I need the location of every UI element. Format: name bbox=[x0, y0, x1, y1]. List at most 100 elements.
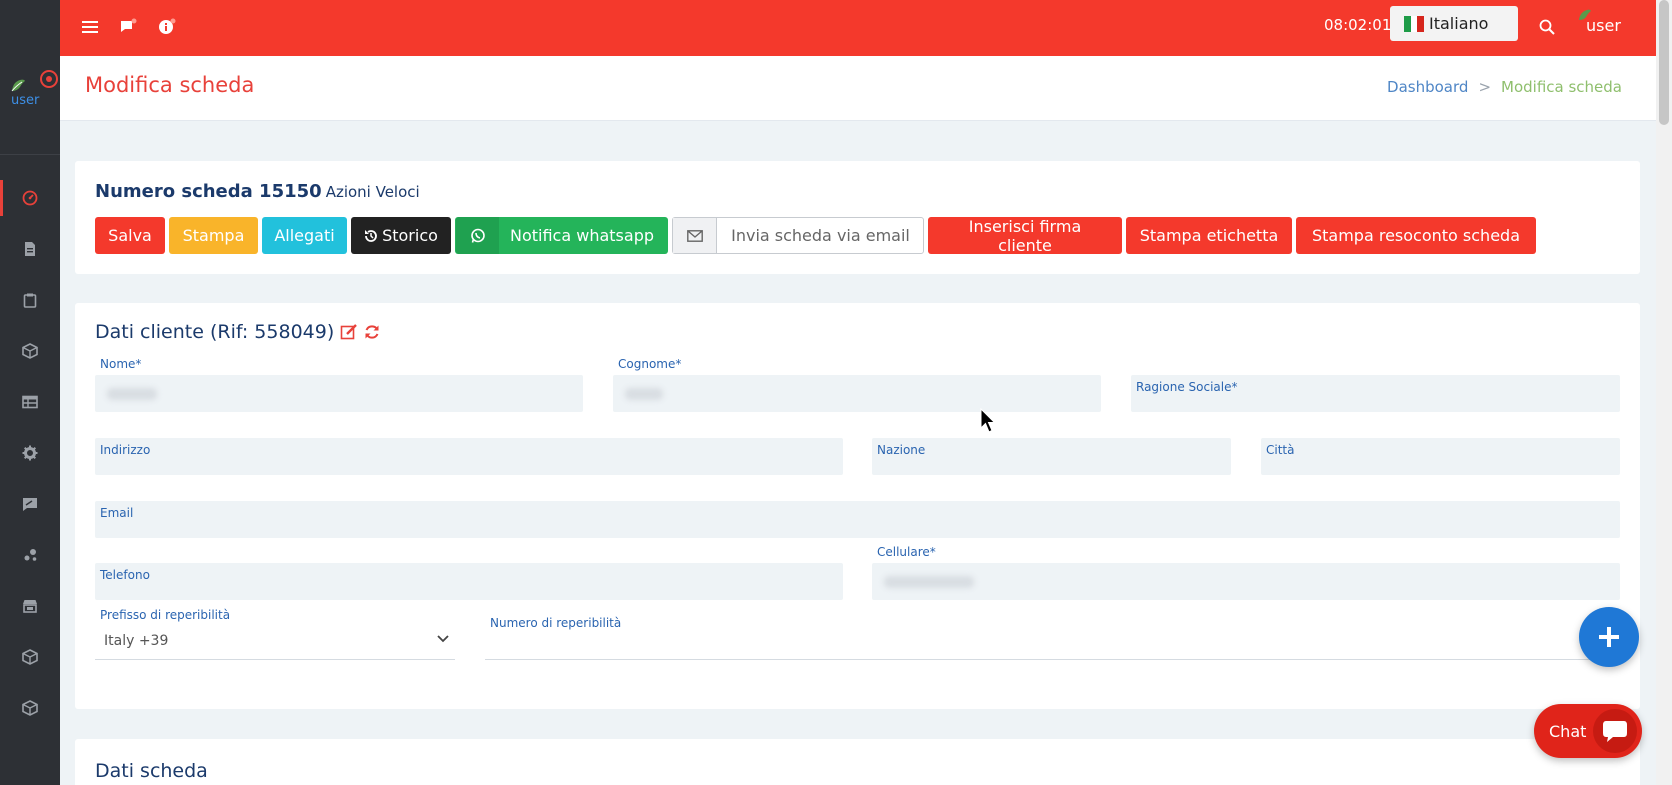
ragione-sociale-field[interactable]: Ragione Sociale* bbox=[1131, 375, 1620, 412]
sidebar-user[interactable]: user bbox=[0, 70, 60, 120]
dashboard-icon bbox=[22, 190, 38, 206]
scheda-number: Numero scheda 15150 bbox=[95, 181, 322, 202]
topbar: 08:02:01 Italiano user bbox=[60, 0, 1656, 56]
network-icon bbox=[24, 549, 37, 561]
action-buttons: Salva Stampa Allegati Storico Notifica w… bbox=[95, 217, 1536, 255]
nome-value-redacted bbox=[107, 388, 157, 400]
language-selector[interactable]: Italiano bbox=[1390, 6, 1518, 41]
cellulare-field[interactable] bbox=[872, 563, 1620, 600]
sidebar-item-products[interactable] bbox=[0, 327, 60, 375]
quick-actions-label: Azioni Veloci bbox=[325, 183, 420, 201]
cellulare-label: Cellulare* bbox=[877, 545, 936, 559]
box-icon bbox=[22, 343, 38, 359]
whatsapp-icon bbox=[456, 217, 499, 254]
email-label: Email bbox=[100, 506, 134, 520]
sidebar-item-table[interactable] bbox=[0, 378, 60, 426]
email-field[interactable]: Email bbox=[95, 501, 1620, 538]
search-icon bbox=[1539, 19, 1555, 35]
numero-reperibilita-field[interactable]: Numero di reperibilità bbox=[485, 616, 1605, 660]
box-icon bbox=[22, 700, 38, 716]
citta-field[interactable]: Città bbox=[1261, 438, 1620, 475]
prefisso-value: Italy +39 bbox=[104, 633, 169, 649]
prefisso-label: Prefisso di reperibilità bbox=[100, 608, 231, 622]
edit-icon[interactable] bbox=[340, 323, 358, 341]
nazione-field[interactable]: Nazione bbox=[872, 438, 1231, 475]
add-button[interactable] bbox=[1579, 607, 1639, 667]
breadcrumb-dashboard-link[interactable]: Dashboard bbox=[1387, 78, 1468, 96]
breadcrumb-current: Modifica scheda bbox=[1501, 78, 1622, 96]
user-menu[interactable]: user bbox=[1578, 9, 1634, 39]
telefono-label: Telefono bbox=[100, 568, 150, 582]
sidebar-item-products-2[interactable] bbox=[0, 633, 60, 681]
user-avatar-icon bbox=[11, 79, 25, 92]
cellulare-value-redacted bbox=[884, 576, 974, 588]
box-icon bbox=[22, 649, 38, 665]
sidebar-item-dashboard[interactable] bbox=[0, 174, 60, 222]
print-report-button[interactable]: Stampa resoconto scheda bbox=[1296, 217, 1536, 254]
indirizzo-field[interactable]: Indirizzo bbox=[95, 438, 843, 475]
refresh-icon[interactable] bbox=[364, 324, 380, 340]
document-icon bbox=[25, 242, 35, 256]
breadcrumb: Dashboard > Modifica scheda bbox=[1387, 78, 1622, 96]
status-indicator bbox=[40, 70, 58, 88]
message-icon bbox=[23, 498, 37, 511]
scheda-data-title: Dati scheda bbox=[95, 760, 208, 782]
whatsapp-label: Notifica whatsapp bbox=[510, 226, 654, 245]
history-label: Storico bbox=[382, 226, 438, 245]
scrollbar-thumb[interactable] bbox=[1659, 0, 1669, 125]
sidebar-item-messages[interactable] bbox=[0, 480, 60, 528]
numero-reperibilita-label: Numero di reperibilità bbox=[490, 616, 622, 630]
whatsapp-notify-button[interactable]: Notifica whatsapp bbox=[455, 217, 668, 254]
nome-field[interactable] bbox=[95, 375, 583, 412]
sidebar: user bbox=[0, 0, 60, 785]
cognome-field[interactable] bbox=[613, 375, 1101, 412]
customer-section-title: Dati cliente (Rif: 558049) bbox=[95, 321, 380, 343]
messages-button[interactable] bbox=[117, 16, 139, 38]
info-icon bbox=[159, 18, 176, 34]
customer-signature-button[interactable]: Inserisci firma cliente bbox=[928, 217, 1122, 255]
gear-icon bbox=[22, 445, 38, 461]
prefisso-select[interactable]: Italy +39 bbox=[95, 623, 455, 660]
search-button[interactable] bbox=[1536, 16, 1558, 38]
scheda-heading: Numero scheda 15150 Azioni Veloci bbox=[95, 181, 420, 202]
clipboard-icon bbox=[23, 293, 37, 308]
page-scrollbar[interactable] bbox=[1656, 0, 1672, 785]
print-label-button[interactable]: Stampa etichetta bbox=[1126, 217, 1292, 254]
save-button[interactable]: Salva bbox=[95, 217, 165, 254]
cognome-value-redacted bbox=[625, 388, 663, 400]
info-button[interactable] bbox=[156, 16, 178, 38]
sidebar-item-products-3[interactable] bbox=[0, 684, 60, 732]
telefono-field[interactable]: Telefono bbox=[95, 563, 843, 600]
print-button[interactable]: Stampa bbox=[169, 217, 258, 254]
breadcrumb-separator: > bbox=[1478, 78, 1492, 96]
store-icon bbox=[23, 600, 37, 613]
sidebar-user-label: user bbox=[11, 93, 40, 108]
chat-button[interactable]: Chat bbox=[1534, 704, 1642, 758]
indirizzo-label: Indirizzo bbox=[100, 443, 151, 457]
plus-icon bbox=[1599, 627, 1619, 647]
quick-actions-card: Numero scheda 15150 Azioni Veloci Salva S… bbox=[75, 161, 1640, 274]
language-label: Italiano bbox=[1429, 14, 1489, 33]
history-button[interactable]: Storico bbox=[351, 217, 451, 254]
chat-label: Chat bbox=[1549, 721, 1587, 741]
sidebar-item-clipboard[interactable] bbox=[0, 276, 60, 324]
sidebar-item-documents[interactable] bbox=[0, 225, 60, 273]
chevron-down-icon bbox=[437, 635, 449, 643]
table-icon bbox=[22, 395, 38, 409]
sidebar-item-store[interactable] bbox=[0, 582, 60, 630]
citta-label: Città bbox=[1266, 443, 1295, 457]
sidebar-item-settings[interactable] bbox=[0, 429, 60, 477]
send-email-label: Invia scheda via email bbox=[731, 226, 910, 245]
attachments-button[interactable]: Allegati bbox=[262, 217, 347, 254]
sidebar-divider bbox=[0, 154, 60, 155]
customer-title: Dati cliente (Rif: 558049) bbox=[95, 321, 335, 343]
flag-message-icon bbox=[121, 18, 137, 32]
chat-bubble-icon bbox=[1593, 709, 1637, 753]
menu-button[interactable] bbox=[79, 16, 101, 38]
envelope-icon bbox=[673, 218, 718, 253]
scheda-data-card: Dati scheda bbox=[75, 739, 1640, 785]
mouse-cursor bbox=[980, 408, 996, 433]
sidebar-item-network[interactable] bbox=[0, 531, 60, 579]
cognome-label: Cognome* bbox=[618, 357, 682, 371]
send-email-button[interactable]: Invia scheda via email bbox=[672, 217, 924, 254]
